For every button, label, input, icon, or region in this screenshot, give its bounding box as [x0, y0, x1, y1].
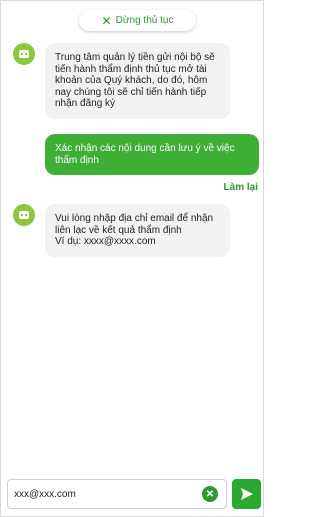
- bot-message-text: Trung tâm quản lý tiền gửi nội bộ sẽ tiế…: [55, 52, 215, 109]
- chat-screen: ✕ Dừng thủ tục Trung tâm quản lý tiền gử…: [0, 0, 264, 517]
- bot-avatar: [13, 204, 35, 226]
- close-icon: ✕: [101, 13, 112, 28]
- bot-avatar: [13, 43, 35, 65]
- clear-input-button[interactable]: ✕: [202, 486, 218, 502]
- email-input[interactable]: [14, 486, 194, 502]
- bot-icon: [19, 211, 29, 219]
- bot-message: Vui lòng nhập địa chỉ email để nhận liên…: [45, 204, 230, 257]
- bot-icon: [19, 50, 29, 58]
- user-message: Xác nhận các nội dung cần lưu ý về việc …: [45, 134, 259, 175]
- bot-message-example: Ví dụ: xxxx@xxxx.com: [55, 236, 156, 247]
- redo-link[interactable]: Làm lại: [224, 182, 258, 193]
- clear-icon: ✕: [205, 488, 215, 500]
- send-button[interactable]: [232, 479, 261, 509]
- email-input-container: ✕: [7, 479, 227, 509]
- stop-procedure-button[interactable]: ✕ Dừng thủ tục: [79, 10, 196, 31]
- send-icon: [240, 488, 253, 500]
- bot-message-text: Vui lòng nhập địa chỉ email để nhận liên…: [55, 213, 214, 236]
- stop-procedure-label: Dừng thủ tục: [115, 15, 174, 26]
- user-message-text: Xác nhận các nội dung cần lưu ý về việc …: [55, 143, 235, 166]
- bot-message: Trung tâm quản lý tiền gửi nội bộ sẽ tiế…: [45, 43, 230, 119]
